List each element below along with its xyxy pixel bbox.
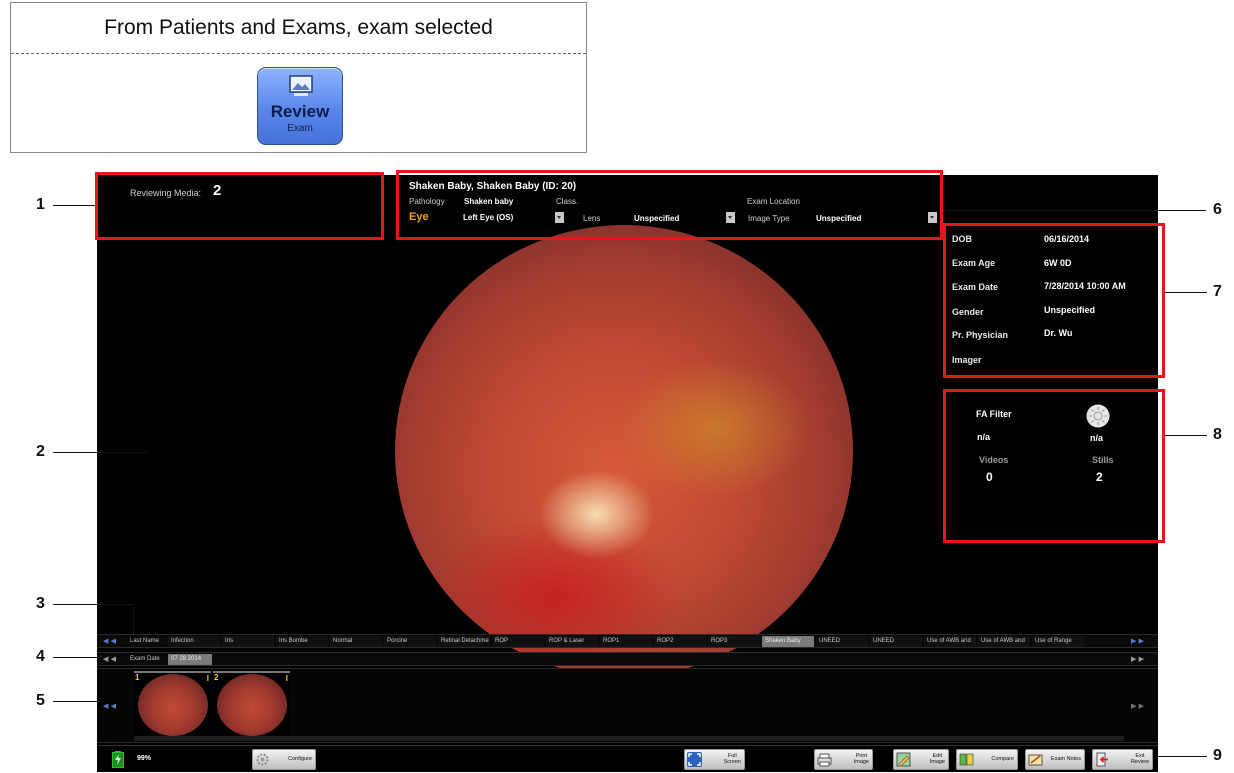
- callout-line-1: [53, 205, 95, 206]
- callout-line-3-drop: [133, 604, 134, 634]
- callout-number-9: 9: [1213, 747, 1222, 764]
- notes-icon: [1028, 754, 1043, 766]
- instruction-box: From Patients and Exams, exam selected R…: [10, 2, 587, 153]
- strip-item[interactable]: ROP1: [600, 636, 652, 647]
- strip-item[interactable]: Porcine: [384, 636, 436, 647]
- callout-number-2: 2: [36, 443, 45, 460]
- compare-icon: [959, 753, 974, 766]
- battery-icon: [112, 751, 124, 768]
- thumbnail-image: [138, 674, 208, 736]
- thumbnail-marker: I: [285, 674, 288, 683]
- scroll-right-icon[interactable]: ▶ ▶: [1131, 701, 1144, 712]
- callout-number-3: 3: [36, 595, 45, 612]
- strip-item[interactable]: ROP2: [654, 636, 706, 647]
- printer-icon: [817, 753, 832, 767]
- instruction-divider: [11, 53, 586, 54]
- exam-notes-label: Exam Notes: [1051, 755, 1081, 762]
- scroll-left-icon[interactable]: ◀ ◀: [103, 701, 116, 712]
- review-button-sublabel: Exam: [287, 123, 313, 134]
- thumbnail-marker: I: [206, 674, 209, 683]
- strip-item[interactable]: ROP: [492, 636, 544, 647]
- thumbnail[interactable]: 1 I: [134, 671, 211, 738]
- callout-number-1: 1: [36, 196, 45, 213]
- strip-item[interactable]: Infection: [168, 636, 220, 647]
- callout-line-4: [53, 657, 98, 658]
- strip-item[interactable]: ROP3: [708, 636, 760, 647]
- strip-item[interactable]: Iris Bombe: [276, 636, 328, 647]
- configure-label: Configure: [288, 755, 312, 762]
- review-button-label: Review: [270, 102, 330, 121]
- full-screen-label: Full Screen: [723, 752, 741, 765]
- callout-number-4: 4: [36, 648, 45, 665]
- strip-item[interactable]: Normal: [330, 636, 382, 647]
- strip-item[interactable]: ROP & Laser: [546, 636, 598, 647]
- callout-box-1: [95, 172, 384, 240]
- edit-image-button[interactable]: Edit Image: [893, 749, 949, 770]
- callout-line-7: [1165, 292, 1207, 293]
- exam-notes-button[interactable]: Exam Notes: [1025, 749, 1085, 770]
- fullscreen-icon: [687, 752, 702, 767]
- callout-line-6: [943, 210, 1206, 211]
- thumbnail-number: 2: [214, 673, 219, 682]
- thumbnail-image: [217, 674, 287, 736]
- strip-label: Last Name: [127, 636, 165, 647]
- full-screen-button[interactable]: Full Screen: [684, 749, 745, 770]
- strip-item-selected[interactable]: Shaken Baby: [762, 636, 814, 647]
- callout-number-5: 5: [36, 692, 45, 709]
- callout-box-8: [943, 389, 1165, 543]
- battery-percent: 99%: [137, 755, 152, 762]
- callout-number-6: 6: [1213, 201, 1222, 218]
- fundus-image[interactable]: [395, 225, 853, 677]
- exit-review-label: Exit Review: [1130, 752, 1149, 765]
- strip-item[interactable]: Use of AWB and: [924, 636, 976, 647]
- first-page-icon[interactable]: ◀ ◀: [103, 636, 116, 647]
- strip-item[interactable]: UNEED: [816, 636, 868, 647]
- exit-icon: [1096, 752, 1108, 767]
- strip-item[interactable]: UNEED: [870, 636, 922, 647]
- edit-image-label: Edit Image: [929, 752, 945, 765]
- strip-item[interactable]: Iris: [222, 636, 274, 647]
- last-page-icon[interactable]: ▶ ▶: [1131, 654, 1144, 665]
- callout-line-9: [1158, 756, 1207, 757]
- compare-button[interactable]: Compare: [956, 749, 1018, 770]
- exit-review-button[interactable]: Exit Review: [1092, 749, 1153, 770]
- last-page-icon[interactable]: ▶ ▶: [1131, 636, 1144, 647]
- instruction-title: From Patients and Exams, exam selected: [104, 16, 493, 39]
- name-filter-strip: ◀ ◀ Last Name Infection Iris Iris Bombe …: [97, 634, 1158, 648]
- image-review-icon: [289, 75, 313, 96]
- review-exam-button[interactable]: Review Exam: [257, 67, 343, 145]
- strip-item[interactable]: Retinal Detachme: [438, 636, 490, 647]
- strip-item[interactable]: Use of AWB and: [978, 636, 1030, 647]
- gear-icon: [256, 753, 269, 766]
- strip-item[interactable]: Use of Range: [1032, 636, 1084, 647]
- callout-line-2: [53, 452, 148, 453]
- first-page-icon[interactable]: ◀ ◀: [103, 654, 116, 665]
- thumbnail-scrollbar[interactable]: [134, 736, 1124, 741]
- print-image-button[interactable]: Print Image: [814, 749, 873, 770]
- bottom-toolbar: 99% Configure Full Screen Print Image Ed…: [97, 745, 1158, 772]
- callout-box-7: [943, 223, 1165, 378]
- date-filter-strip: ◀ ◀ Exam Date 07 28 2014 ▶ ▶: [97, 652, 1158, 666]
- callout-line-8: [1165, 435, 1207, 436]
- thumbnail[interactable]: 2 I: [213, 671, 290, 738]
- strip-label: Exam Date: [127, 654, 165, 665]
- date-item-selected[interactable]: 07 28 2014: [168, 654, 212, 665]
- callout-number-7: 7: [1213, 283, 1222, 300]
- callout-line-3: [53, 604, 133, 605]
- edit-image-icon: [896, 752, 911, 767]
- callout-line-5: [53, 701, 98, 702]
- compare-label: Compare: [991, 755, 1014, 762]
- thumbnail-number: 1: [135, 673, 140, 682]
- thumbnail-strip: ◀ ◀ 1 I 2 I ▶ ▶: [97, 668, 1158, 743]
- configure-button[interactable]: Configure: [252, 749, 316, 770]
- callout-number-8: 8: [1213, 426, 1222, 443]
- print-image-label: Print Image: [853, 752, 869, 765]
- callout-box-6: [396, 170, 943, 240]
